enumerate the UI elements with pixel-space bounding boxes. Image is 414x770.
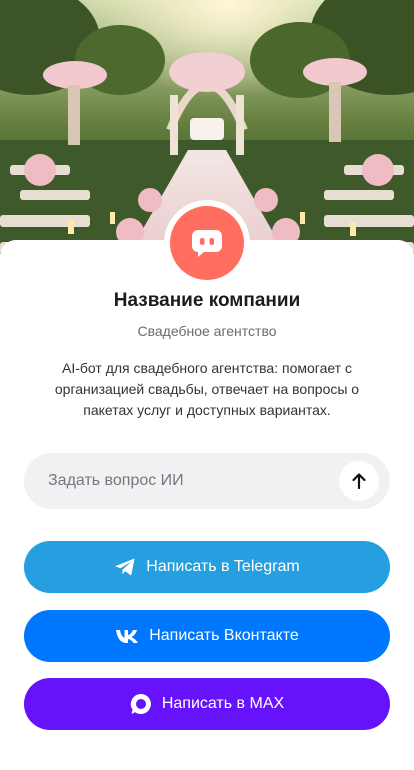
- company-description: AI-бот для свадебного агентства: помогае…: [54, 360, 360, 418]
- vk-icon: [115, 628, 139, 644]
- vk-button-label: Написать Вконтакте: [149, 627, 299, 644]
- max-button-label: Написать в MAX: [161, 695, 285, 712]
- chat-bot-icon: [192, 230, 222, 257]
- company-subtitle: Свадебное агентство: [137, 323, 277, 339]
- max-button[interactable]: Написать в MAX: [24, 678, 390, 730]
- ask-ai-field: [24, 453, 390, 509]
- telegram-button-label: Написать в Telegram: [146, 558, 300, 575]
- company-avatar: [164, 200, 250, 286]
- arrow-up-icon: [352, 473, 366, 490]
- send-button[interactable]: [339, 461, 379, 501]
- telegram-button[interactable]: Написать в Telegram: [24, 541, 390, 593]
- telegram-icon: [114, 557, 136, 577]
- ask-ai-input[interactable]: [48, 453, 338, 509]
- vk-button[interactable]: Написать Вконтакте: [24, 610, 390, 662]
- company-title: Название компании: [113, 290, 301, 311]
- avatar-badge: [170, 206, 244, 280]
- max-icon: [130, 693, 152, 715]
- page: Название компании Свадебное агентство AI…: [0, 0, 414, 770]
